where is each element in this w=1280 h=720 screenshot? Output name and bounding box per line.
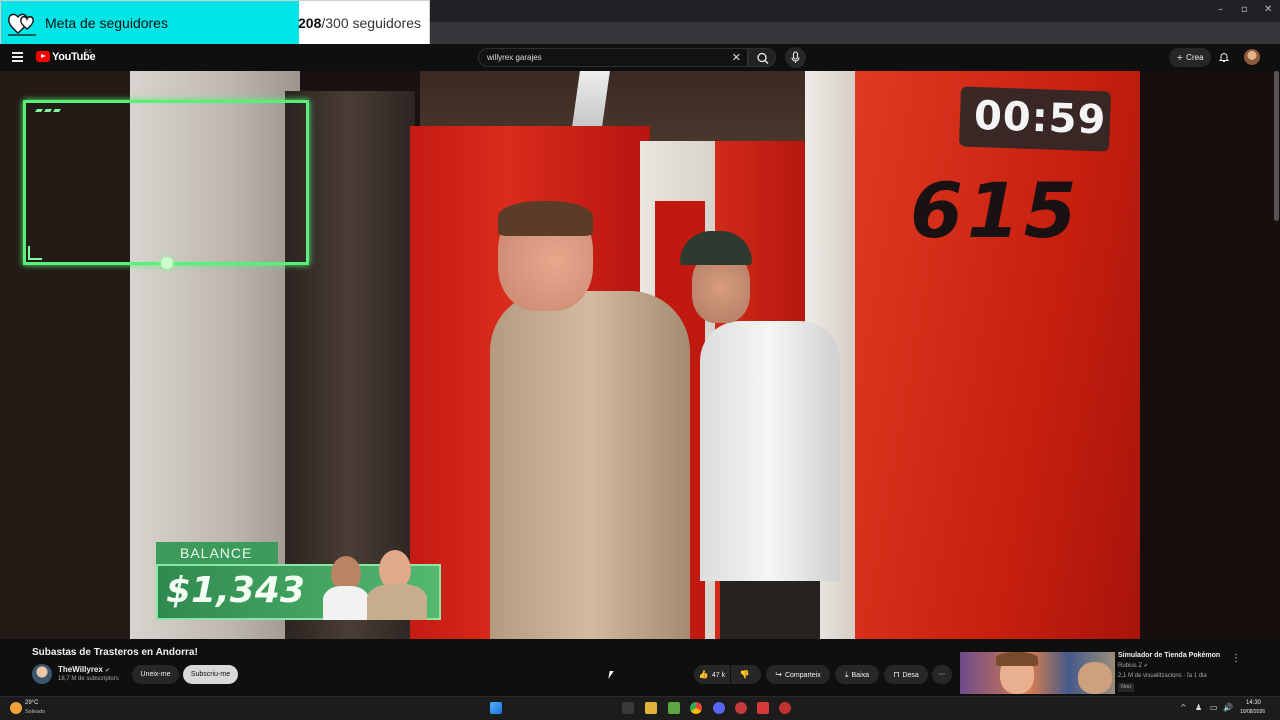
obs-icon[interactable]	[735, 702, 747, 714]
new-badge: Nou	[1118, 683, 1135, 692]
minimize-icon[interactable]: –	[1218, 4, 1223, 15]
person-right	[680, 231, 840, 639]
minecraft-icon[interactable]	[668, 702, 680, 714]
goal-label: Meta de seguidores	[45, 15, 168, 31]
recommended-video-meta: 2,1 M de visualitzacions · fa 1 dia	[1118, 673, 1207, 679]
youtube-logo-icon[interactable]	[36, 51, 50, 62]
save-button[interactable]: ⊓ Desa	[884, 665, 928, 684]
subscriber-count: 18,7 M de subscriptors	[58, 676, 119, 682]
recommended-video-title[interactable]: Simulador de Tienda Pokémon	[1118, 652, 1220, 659]
maximize-icon[interactable]: ▫	[1241, 4, 1248, 15]
voice-search-button[interactable]	[785, 47, 806, 68]
page-scrollbar[interactable]	[1274, 71, 1279, 221]
storage-unit-number: 615	[910, 166, 1081, 255]
share-icon: ↪	[775, 670, 782, 679]
more-horizontal-icon: ⋯	[938, 670, 946, 678]
weather-description[interactable]: Soleado	[25, 709, 45, 715]
thumbs-up-icon: 👍	[698, 670, 709, 679]
discord-icon[interactable]	[713, 702, 725, 714]
close-window-icon[interactable]: ✕	[1264, 4, 1272, 15]
hearts-icon	[8, 13, 36, 36]
search-value[interactable]: willyrex garajes	[487, 53, 542, 62]
video-details: Subastas de Trasteros en Andorra! TheWil…	[0, 639, 1280, 694]
tray-app-icon[interactable]: ♟	[1195, 703, 1202, 712]
channel-name[interactable]: TheWillyrex ✔	[58, 665, 110, 674]
create-button[interactable]: + Crea	[1169, 48, 1211, 67]
recommended-video-thumbnail[interactable]	[960, 652, 1115, 694]
download-label: Baixa	[851, 672, 870, 679]
taskbar-app-icon[interactable]	[757, 702, 769, 714]
goal-count: 208/300 seguidores	[298, 15, 421, 31]
clear-search-icon[interactable]: ✕	[732, 51, 741, 64]
scene-wall-right	[1140, 71, 1280, 639]
balance-value: $1,343	[166, 570, 305, 611]
weather-temperature[interactable]: 29°C	[25, 700, 38, 706]
more-vertical-icon[interactable]: ⋮	[1231, 653, 1241, 664]
create-label: Crea	[1186, 53, 1204, 62]
countdown-timer: 00:59	[958, 86, 1112, 152]
clock-time[interactable]: 14:30	[1246, 700, 1261, 706]
clock-date[interactable]: 10/08/2026	[1240, 709, 1265, 715]
more-actions-button[interactable]: ⋯	[932, 665, 952, 684]
subscribe-button[interactable]: Subscriu-me	[183, 665, 238, 684]
webcam-frame	[23, 100, 309, 269]
verified-icon: ✔	[1143, 663, 1148, 669]
search-icon	[757, 52, 769, 64]
bookmark-icon: ⊓	[893, 670, 900, 679]
goal-current: 208	[298, 15, 322, 31]
search-input[interactable]: willyrex garajes ✕	[478, 48, 748, 67]
balance-portraits	[309, 548, 439, 620]
volume-icon[interactable]: 🔊	[1223, 703, 1233, 712]
search-button[interactable]	[748, 48, 776, 67]
network-icon[interactable]: ▭	[1210, 703, 1218, 712]
webcam-frame-dot	[161, 257, 173, 269]
country-code: ES	[85, 49, 92, 55]
timer-text: 00:59	[973, 92, 1108, 144]
channel-avatar[interactable]	[32, 664, 52, 684]
video-player[interactable]: 615 00:59 BALANCE $1,343	[0, 71, 1280, 639]
like-count: 47 k	[711, 672, 726, 679]
thumbs-down-icon: 👎	[739, 670, 750, 679]
start-icon[interactable]	[490, 702, 502, 714]
taskbar-app-icon[interactable]	[779, 702, 791, 714]
share-button[interactable]: ↪ Comparteix	[766, 665, 830, 684]
dislike-button[interactable]: 👎	[731, 665, 761, 684]
mouse-cursor	[608, 671, 614, 679]
hamburger-menu-icon[interactable]	[12, 52, 23, 62]
chrome-icon[interactable]	[690, 702, 702, 714]
video-title: Subastas de Trasteros en Andorra!	[32, 647, 198, 658]
windows-taskbar: 29°C Soleado ^ ♟ ▭ 🔊 14:30 10/08/2026	[0, 696, 1280, 720]
save-label: Desa	[902, 672, 919, 679]
like-button[interactable]: 👍 47 k	[694, 665, 730, 684]
taskbar-app-icon[interactable]	[622, 702, 634, 714]
notifications-bell-icon[interactable]	[1218, 51, 1230, 63]
download-icon: ⤓	[844, 670, 849, 679]
tray-chevron-icon[interactable]: ^	[1180, 703, 1187, 712]
verified-icon: ✔	[105, 667, 111, 674]
balance-label: BALANCE	[156, 542, 278, 564]
join-button[interactable]: Uneix-me	[132, 665, 179, 684]
recommended-channel[interactable]: Rubius Z ✔	[1118, 663, 1148, 669]
plus-icon: +	[1176, 53, 1184, 62]
person-left	[480, 201, 690, 639]
download-button[interactable]: ⤓ Baixa	[835, 665, 879, 684]
sun-icon[interactable]	[10, 702, 22, 714]
follower-goal-widget: Meta de seguidores 208/300 seguidores	[0, 0, 430, 45]
share-label: Comparteix	[784, 672, 821, 679]
balance-panel: $1,343	[156, 550, 441, 620]
scene-storage-unit	[855, 71, 1140, 639]
file-explorer-icon[interactable]	[645, 702, 657, 714]
youtube-header: YouTube ES willyrex garajes ✕ + Crea	[0, 44, 1280, 71]
microphone-icon	[791, 51, 800, 63]
account-avatar[interactable]	[1244, 49, 1260, 65]
goal-total: /300 seguidores	[321, 15, 421, 31]
